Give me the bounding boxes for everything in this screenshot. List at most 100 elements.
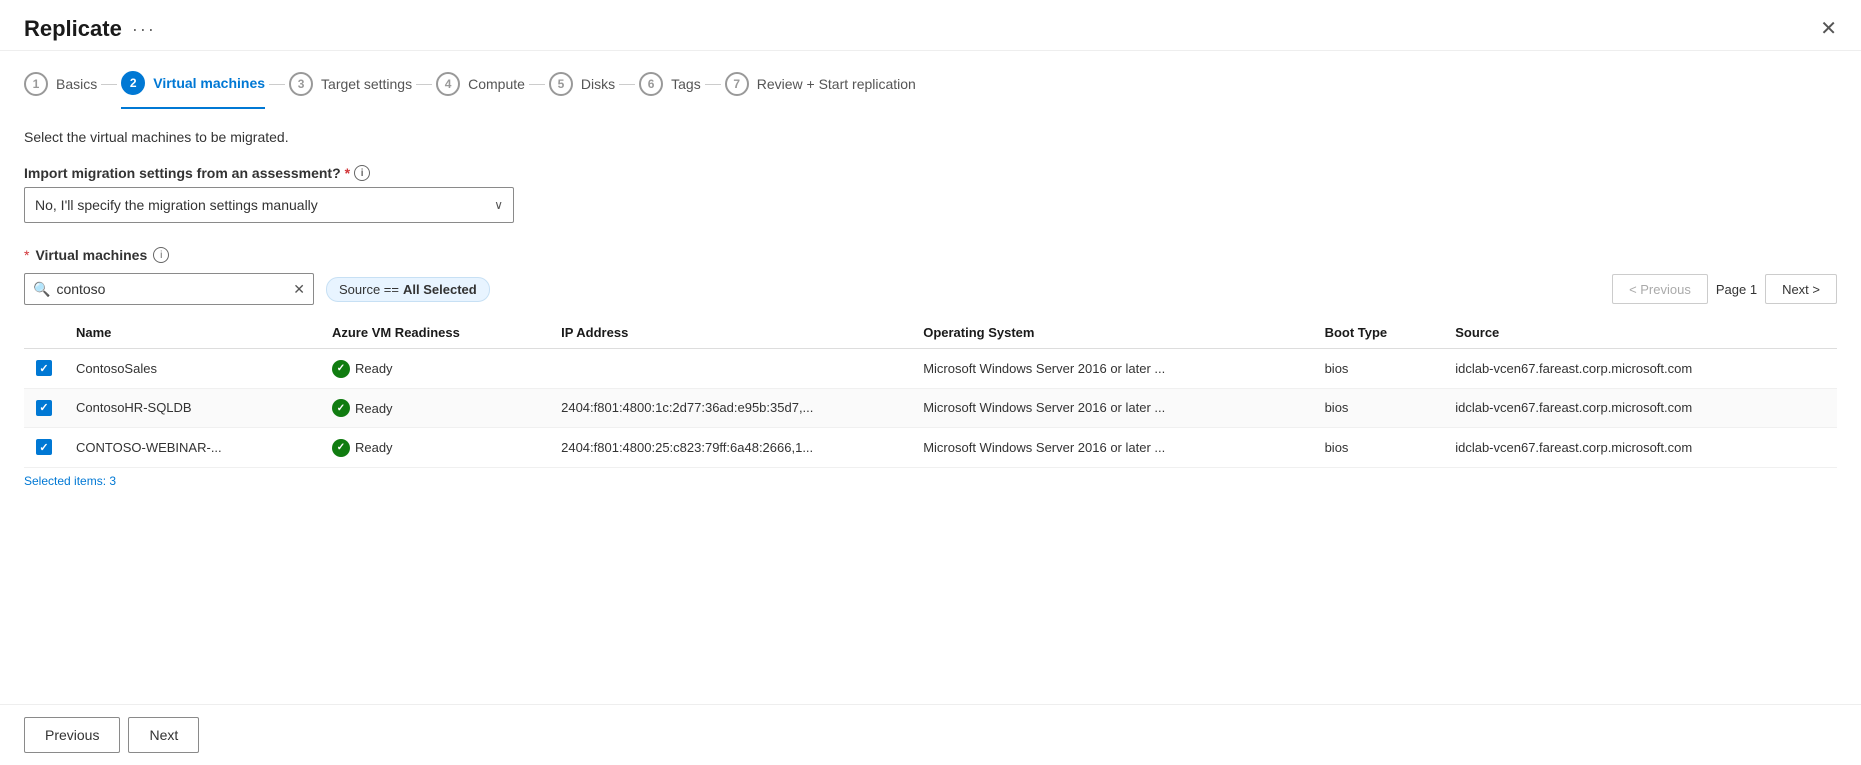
row-boot: bios <box>1313 349 1444 389</box>
close-icon[interactable]: ✕ <box>1820 19 1837 39</box>
step-circle-2: 2 <box>121 71 145 95</box>
required-star-vm: * <box>24 247 29 263</box>
step-virtual-machines[interactable]: 2 Virtual machines <box>121 71 265 109</box>
step-circle-4: 4 <box>436 72 460 96</box>
row-os: Microsoft Windows Server 2016 or later .… <box>911 428 1312 468</box>
ready-badge: Ready <box>332 399 393 417</box>
row-boot: bios <box>1313 428 1444 468</box>
checkbox-checked-icon[interactable] <box>36 400 52 416</box>
step-separator-2 <box>269 84 285 85</box>
row-source: idclab-vcen67.fareast.corp.microsoft.com <box>1443 349 1837 389</box>
import-label-row: Import migration settings from an assess… <box>24 165 1837 181</box>
step-tags[interactable]: 6 Tags <box>639 72 701 108</box>
search-box[interactable]: 🔍 ✕ <box>24 273 314 305</box>
col-header-name: Name <box>64 317 320 349</box>
row-boot: bios <box>1313 388 1444 428</box>
vm-table: Name Azure VM Readiness IP Address Opera… <box>24 317 1837 468</box>
search-input[interactable] <box>56 281 287 297</box>
row-checkbox-cell[interactable] <box>24 388 64 428</box>
import-dropdown[interactable]: No, I'll specify the migration settings … <box>24 187 514 223</box>
page-container: Replicate ··· ✕ 1 Basics 2 Virtual machi… <box>0 0 1861 765</box>
row-source: idclab-vcen67.fareast.corp.microsoft.com <box>1443 428 1837 468</box>
row-readiness: Ready <box>320 428 549 468</box>
checkbox-checked-icon[interactable] <box>36 439 52 455</box>
col-header-source: Source <box>1443 317 1837 349</box>
filter-badge[interactable]: Source == All Selected <box>326 277 490 302</box>
header: Replicate ··· ✕ <box>0 0 1861 51</box>
step-circle-6: 6 <box>639 72 663 96</box>
more-icon[interactable]: ··· <box>132 19 156 40</box>
table-header: Name Azure VM Readiness IP Address Opera… <box>24 317 1837 349</box>
import-label-text: Import migration settings from an assess… <box>24 165 341 181</box>
table-row: ContosoHR-SQLDB Ready 2404:f801:4800:1c:2… <box>24 388 1837 428</box>
row-name: ContosoHR-SQLDB <box>64 388 320 428</box>
dropdown-arrow-icon: ∨ <box>494 198 503 212</box>
vm-info-icon[interactable]: i <box>153 247 169 263</box>
row-ip <box>549 349 911 389</box>
step-basics[interactable]: 1 Basics <box>24 72 97 108</box>
col-header-os: Operating System <box>911 317 1312 349</box>
step-separator-5 <box>619 84 635 85</box>
ready-check-icon <box>332 360 350 378</box>
step-circle-3: 3 <box>289 72 313 96</box>
step-circle-1: 1 <box>24 72 48 96</box>
col-header-checkbox <box>24 317 64 349</box>
step-separator-3 <box>416 84 432 85</box>
step-label-5: Disks <box>581 76 615 92</box>
pagination-group: < Previous Page 1 Next > <box>1612 274 1837 304</box>
ready-badge: Ready <box>332 439 393 457</box>
step-target-settings[interactable]: 3 Target settings <box>289 72 412 108</box>
next-page-button[interactable]: Next > <box>1765 274 1837 304</box>
search-icon: 🔍 <box>33 281 50 298</box>
filter-value: All Selected <box>403 282 477 297</box>
import-info-icon[interactable]: i <box>354 165 370 181</box>
table-body: ContosoSales Ready Microsoft Windows Serv… <box>24 349 1837 468</box>
row-name: CONTOSO-WEBINAR-... <box>64 428 320 468</box>
filter-label: Source == <box>339 282 399 297</box>
page-title: Replicate <box>24 16 122 42</box>
step-label-7: Review + Start replication <box>757 76 916 92</box>
col-header-ip: IP Address <box>549 317 911 349</box>
header-left: Replicate ··· <box>24 16 156 42</box>
row-name: ContosoSales <box>64 349 320 389</box>
step-separator-1 <box>101 84 117 85</box>
step-review[interactable]: 7 Review + Start replication <box>725 72 916 108</box>
step-disks[interactable]: 5 Disks <box>549 72 615 108</box>
selected-count: Selected items: 3 <box>24 474 1837 488</box>
row-os: Microsoft Windows Server 2016 or later .… <box>911 388 1312 428</box>
row-ip: 2404:f801:4800:25:c823:79ff:6a48:2666,1.… <box>549 428 911 468</box>
main-content: Select the virtual machines to be migrat… <box>0 109 1861 704</box>
row-os: Microsoft Windows Server 2016 or later .… <box>911 349 1312 389</box>
previous-page-button[interactable]: < Previous <box>1612 274 1708 304</box>
clear-search-icon[interactable]: ✕ <box>293 281 305 298</box>
row-checkbox-cell[interactable] <box>24 428 64 468</box>
ready-check-icon <box>332 399 350 417</box>
import-dropdown-value: No, I'll specify the migration settings … <box>35 197 318 213</box>
checkbox-checked-icon[interactable] <box>36 360 52 376</box>
wizard-steps: 1 Basics 2 Virtual machines 3 Target set… <box>0 51 1861 109</box>
row-readiness: Ready <box>320 388 549 428</box>
row-ip: 2404:f801:4800:1c:2d77:36ad:e95b:35d7,..… <box>549 388 911 428</box>
step-separator-4 <box>529 84 545 85</box>
ready-badge: Ready <box>332 360 393 378</box>
step-label-3: Target settings <box>321 76 412 92</box>
footer-next-button[interactable]: Next <box>128 717 199 753</box>
step-circle-7: 7 <box>725 72 749 96</box>
required-star-import: * <box>345 165 350 181</box>
col-header-boot: Boot Type <box>1313 317 1444 349</box>
row-source: idclab-vcen67.fareast.corp.microsoft.com <box>1443 388 1837 428</box>
row-checkbox-cell[interactable] <box>24 349 64 389</box>
step-compute[interactable]: 4 Compute <box>436 72 525 108</box>
toolbar-row: 🔍 ✕ Source == All Selected < Previous Pa… <box>24 273 1837 305</box>
step-circle-5: 5 <box>549 72 573 96</box>
vm-label-row: * Virtual machines i <box>24 247 1837 263</box>
ready-check-icon <box>332 439 350 457</box>
row-readiness: Ready <box>320 349 549 389</box>
table-row: CONTOSO-WEBINAR-... Ready 2404:f801:4800:… <box>24 428 1837 468</box>
footer-previous-button[interactable]: Previous <box>24 717 120 753</box>
step-separator-6 <box>705 84 721 85</box>
step-label-6: Tags <box>671 76 701 92</box>
col-header-readiness: Azure VM Readiness <box>320 317 549 349</box>
table-row: ContosoSales Ready Microsoft Windows Serv… <box>24 349 1837 389</box>
step-label-4: Compute <box>468 76 525 92</box>
